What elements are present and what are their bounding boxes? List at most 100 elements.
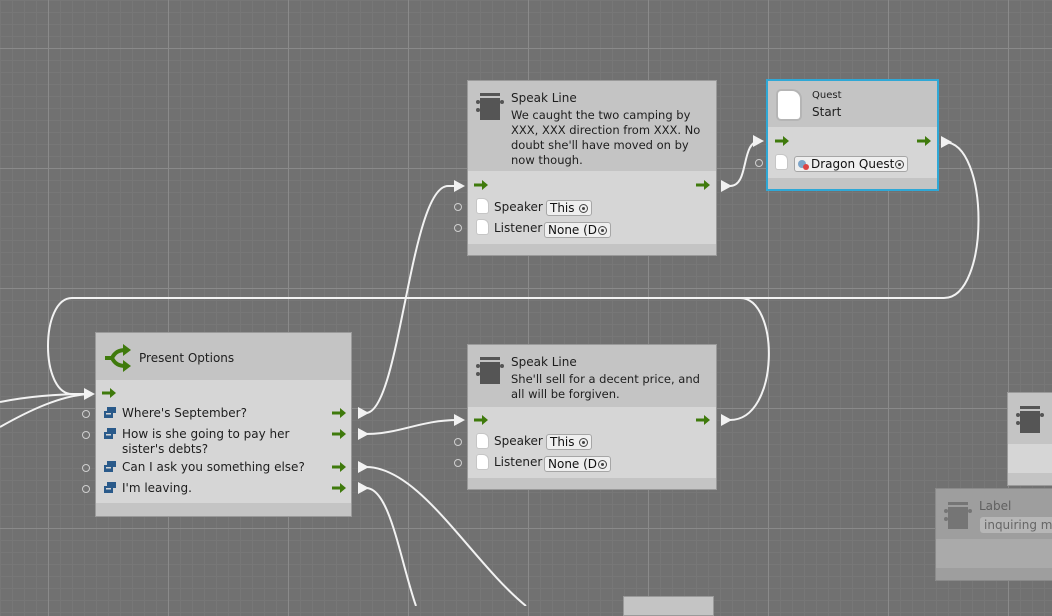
option-label: I'm leaving. (122, 481, 192, 495)
label-value-field[interactable]: inquiring mor (980, 517, 1052, 533)
option-dialog-icon (104, 482, 116, 493)
flow-out-arrow-icon (696, 180, 710, 190)
node-header[interactable]: Speak Line We caught the two camping by … (468, 81, 716, 171)
output-port-speak-line-1 (721, 180, 732, 192)
quest-value: Dragon Quest (811, 157, 895, 171)
wire-offscreen-to-present-options-1 (0, 393, 89, 403)
listener-value: None (D (548, 223, 598, 237)
node-title: Speak Line (511, 91, 577, 105)
output-port-option1 (358, 407, 369, 419)
flow-out-arrow-icon (696, 415, 710, 425)
speaker-value: This (550, 435, 575, 449)
speak-line-text: She'll sell for a decent price, and all … (511, 372, 700, 401)
node-title: Present Options (139, 351, 235, 365)
option-out-arrow-icon (332, 429, 346, 439)
quest-asset-icon (798, 160, 809, 170)
node-title: Start (812, 105, 842, 119)
quest-field[interactable]: Dragon Quest (794, 156, 908, 172)
document-icon (477, 434, 488, 448)
option-port[interactable] (82, 485, 90, 493)
flow-out-arrow-icon (917, 136, 931, 146)
listener-port[interactable] (454, 224, 462, 232)
option-label: Can I ask you something else? (122, 460, 305, 474)
quest-port[interactable] (755, 159, 763, 167)
node-footer (1008, 473, 1052, 485)
flow-in-arrow-icon (775, 136, 789, 146)
label-node[interactable]: Label inquiring mor (935, 488, 1052, 581)
speak-line-node-2[interactable]: Speak Line She'll sell for a decent pric… (454, 344, 717, 490)
document-icon (477, 199, 488, 213)
wire-offscreen-to-present-options-2 (0, 393, 89, 428)
object-picker-icon[interactable] (598, 226, 607, 235)
option-port[interactable] (82, 410, 90, 418)
speaker-label: Speaker (494, 200, 543, 214)
option-label: Where's September? (122, 406, 247, 420)
node-header[interactable]: Quest Start (768, 81, 937, 127)
speak-line-node-1[interactable]: Speak Line We caught the two camping by … (454, 80, 717, 256)
object-picker-icon[interactable] (598, 460, 607, 469)
option-port[interactable] (82, 431, 90, 439)
output-port-quest (941, 136, 952, 148)
document-icon (477, 455, 488, 469)
object-picker-icon[interactable] (579, 204, 588, 213)
speaker-label: Speaker (494, 434, 543, 448)
output-port-option2 (358, 428, 369, 440)
flow-in-arrow-icon (102, 388, 116, 398)
option-dialog-icon (104, 461, 116, 472)
wire-option1-to-speak-line-1 (365, 185, 458, 414)
listener-port[interactable] (454, 459, 462, 467)
node-footer (96, 503, 351, 516)
listener-field[interactable]: None (D (544, 222, 611, 238)
wire-option2-to-speak-line-2 (365, 419, 459, 435)
flow-in-arrow-icon (474, 415, 488, 425)
speak-line-icon (476, 93, 504, 120)
speaker-port[interactable] (454, 203, 462, 211)
option-port[interactable] (82, 464, 90, 472)
option-out-arrow-icon (332, 462, 346, 472)
speak-line-text: We caught the two camping by XXX, XXX di… (511, 108, 701, 167)
listener-label: Listener (494, 455, 543, 469)
node-footer (468, 478, 716, 489)
flow-in-arrow-icon (474, 180, 488, 190)
node-footer (468, 244, 716, 255)
listener-label: Listener (494, 221, 543, 235)
speaker-field[interactable]: This (546, 200, 592, 216)
output-port-option3 (358, 461, 369, 473)
input-port-speak-line-2 (454, 414, 465, 426)
output-port-option4 (358, 482, 369, 494)
node-footer (936, 568, 1052, 580)
listener-value: None (D (548, 457, 598, 471)
node-subtitle: Quest (812, 90, 842, 101)
speak-line-node-partial[interactable] (1007, 392, 1052, 486)
node-header[interactable]: Label inquiring mor (936, 489, 1052, 539)
option-out-arrow-icon (332, 483, 346, 493)
speaker-field[interactable]: This (546, 434, 592, 450)
document-icon (477, 220, 488, 234)
option-out-arrow-icon (332, 408, 346, 418)
listener-field[interactable]: None (D (544, 456, 611, 472)
input-port-present-options (84, 388, 95, 400)
node-footer (768, 178, 937, 189)
input-port-speak-line-1 (454, 180, 465, 192)
node-title: Speak Line (511, 355, 577, 369)
speak-line-icon (1016, 406, 1044, 433)
label-node-icon (944, 502, 972, 529)
option-dialog-icon (104, 428, 116, 439)
speak-line-icon (476, 357, 504, 384)
option-dialog-icon (104, 407, 116, 418)
option-label: How is she going to pay her sister's deb… (122, 427, 290, 456)
partial-node-bottom[interactable] (623, 596, 714, 616)
object-picker-icon[interactable] (579, 438, 588, 447)
object-picker-icon[interactable] (895, 160, 904, 169)
node-header[interactable]: Speak Line She'll sell for a decent pric… (468, 345, 716, 407)
quest-start-node[interactable]: Quest Start Dragon Quest (755, 79, 939, 191)
wire-option4-offscreen (365, 487, 417, 606)
document-icon (776, 155, 787, 169)
speaker-port[interactable] (454, 438, 462, 446)
present-options-node[interactable]: Present Options Where's September? How i… (82, 332, 352, 517)
node-header[interactable]: Present Options (96, 333, 351, 380)
node-header[interactable] (1008, 393, 1052, 444)
node-title: Label (979, 499, 1012, 513)
speaker-value: This (550, 201, 575, 215)
output-port-speak-line-2 (721, 414, 732, 426)
